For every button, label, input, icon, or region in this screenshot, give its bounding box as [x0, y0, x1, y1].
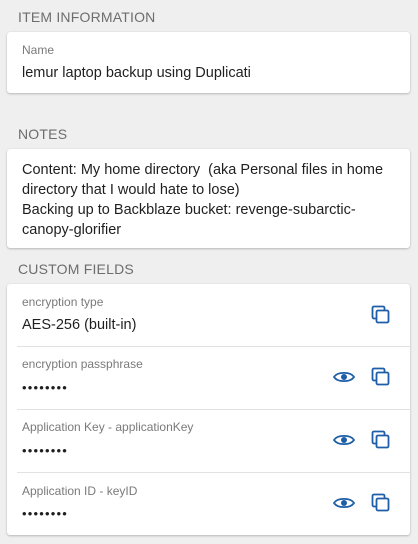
custom-fields-card: encryption type AES-256 (built-in) encry…: [7, 284, 410, 535]
custom-fields-header: CUSTOM FIELDS: [18, 261, 134, 277]
copy-icon[interactable]: [369, 428, 393, 452]
custom-field-row: Application ID - keyID ••••••••: [7, 473, 410, 535]
notes-header: NOTES: [18, 126, 68, 142]
custom-field-row: encryption passphrase ••••••••: [7, 347, 410, 409]
name-label: Name: [22, 43, 55, 57]
custom-field-label: encryption type: [22, 295, 104, 309]
eye-icon[interactable]: [332, 428, 356, 452]
custom-field-value[interactable]: AES-256 (built-in): [22, 317, 136, 333]
eye-icon[interactable]: [332, 365, 356, 389]
item-information-card: Name lemur laptop backup using Duplicati: [7, 32, 410, 93]
eye-icon[interactable]: [332, 491, 356, 515]
notes-text[interactable]: Content: My home directory (aka Personal…: [22, 160, 400, 240]
masked-value[interactable]: ••••••••: [22, 506, 68, 521]
custom-field-label: Application ID - keyID: [22, 484, 138, 498]
copy-icon[interactable]: [369, 365, 393, 389]
custom-field-row: Application Key - applicationKey •••••••…: [7, 410, 410, 472]
name-value[interactable]: lemur laptop backup using Duplicati: [22, 65, 251, 81]
custom-field-label: encryption passphrase: [22, 357, 143, 371]
masked-value[interactable]: ••••••••: [22, 380, 68, 395]
copy-icon[interactable]: [369, 303, 393, 327]
notes-card: Content: My home directory (aka Personal…: [7, 149, 410, 248]
custom-field-row: encryption type AES-256 (built-in): [7, 284, 410, 346]
custom-field-label: Application Key - applicationKey: [22, 420, 194, 434]
masked-value[interactable]: ••••••••: [22, 443, 68, 458]
copy-icon[interactable]: [369, 491, 393, 515]
item-information-header: ITEM INFORMATION: [18, 9, 156, 25]
